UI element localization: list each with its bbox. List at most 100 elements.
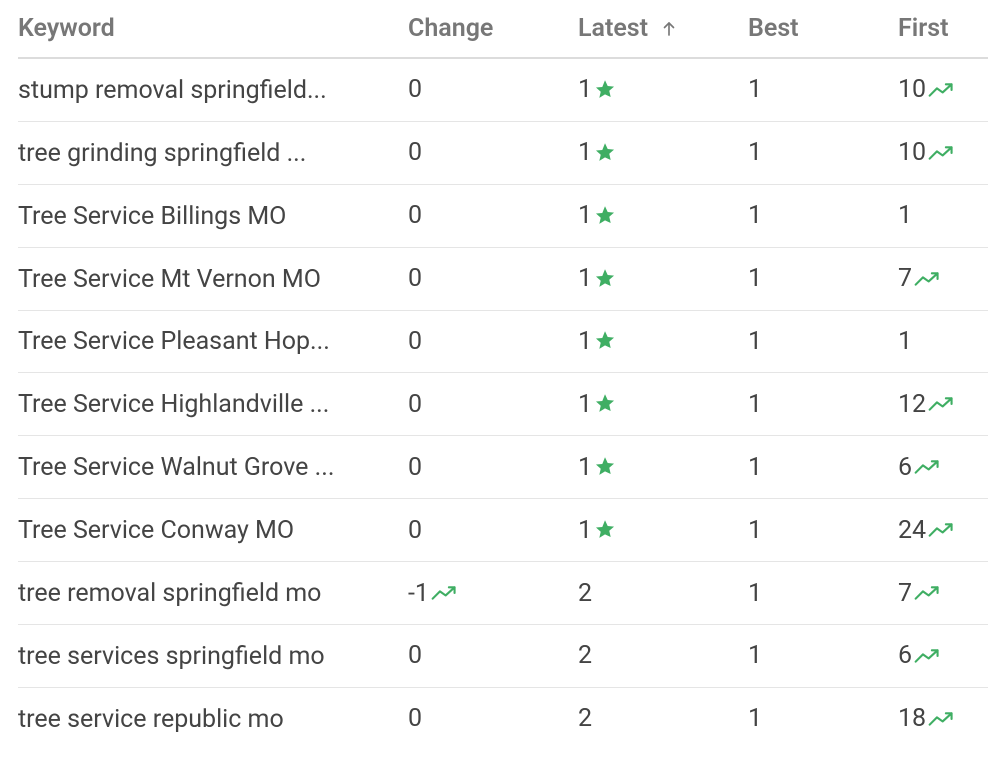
trend-up-icon [914,647,940,665]
cell-best: 1 [748,310,898,373]
latest-value: 2 [578,704,592,733]
trend-up-icon [928,144,954,162]
change-value: -1 [408,579,429,608]
cell-latest: 1 [578,310,748,373]
trend-up-icon [928,710,954,728]
cell-best: 1 [748,687,898,749]
latest-value: 1 [578,75,592,104]
keyword-text: stump removal springfield... [18,76,327,105]
cell-change: 0 [408,121,578,184]
star-icon [594,518,616,540]
keyword-text: Tree Service Pleasant Hop... [18,327,330,356]
first-value: 1 [898,201,912,230]
cell-latest: 1 [578,247,748,310]
change-value: 0 [408,453,422,482]
cell-keyword: tree service republic mo [18,687,408,749]
col-header-latest-label: Latest [578,14,648,43]
trend-up-icon [928,81,954,99]
first-value: 7 [898,579,912,608]
table-row[interactable]: tree grinding springfield ...01110 [18,121,988,184]
table-row[interactable]: Tree Service Highlandville ...01112 [18,373,988,436]
latest-value: 1 [578,138,592,167]
cell-best: 1 [748,436,898,499]
trend-up-icon [914,584,940,602]
change-value: 0 [408,264,422,293]
cell-latest: 2 [578,562,748,625]
table-row[interactable]: Tree Service Mt Vernon MO0117 [18,247,988,310]
latest-value: 1 [578,390,592,419]
col-header-keyword[interactable]: Keyword [18,0,408,58]
table-row[interactable]: Tree Service Walnut Grove ...0116 [18,436,988,499]
keyword-text: Tree Service Mt Vernon MO [18,265,321,294]
cell-change: 0 [408,625,578,688]
table-row[interactable]: Tree Service Pleasant Hop...0111 [18,310,988,373]
cell-best: 1 [748,121,898,184]
cell-latest: 2 [578,625,748,688]
cell-keyword: Tree Service Mt Vernon MO [18,247,408,310]
cell-first: 1 [898,184,988,247]
cell-first: 10 [898,58,988,121]
col-header-latest[interactable]: Latest [578,0,748,58]
keyword-text: tree grinding springfield ... [18,139,306,168]
cell-first: 7 [898,247,988,310]
cell-best: 1 [748,247,898,310]
cell-best: 1 [748,625,898,688]
cell-keyword: Tree Service Highlandville ... [18,373,408,436]
cell-change: -1 [408,562,578,625]
col-header-change[interactable]: Change [408,0,578,58]
keyword-text: Tree Service Highlandville ... [18,390,329,419]
table-row[interactable]: tree removal springfield mo -1 217 [18,562,988,625]
col-header-best[interactable]: Best [748,0,898,58]
table-row[interactable]: Tree Service Billings MO0111 [18,184,988,247]
cell-best: 1 [748,562,898,625]
star-icon [594,392,616,414]
cell-change: 0 [408,436,578,499]
first-value: 24 [898,516,926,545]
cell-best: 1 [748,184,898,247]
cell-best: 1 [748,58,898,121]
cell-change: 0 [408,310,578,373]
cell-latest: 1 [578,499,748,562]
cell-first: 1 [898,310,988,373]
cell-change: 0 [408,247,578,310]
cell-keyword: Tree Service Walnut Grove ... [18,436,408,499]
table-header-row: Keyword Change Latest Best First [18,0,988,58]
keyword-text: tree removal springfield mo [18,579,321,608]
cell-best: 1 [748,499,898,562]
cell-keyword: tree services springfield mo [18,625,408,688]
cell-latest: 1 [578,373,748,436]
cell-first: 12 [898,373,988,436]
cell-first: 10 [898,121,988,184]
cell-change: 0 [408,687,578,749]
change-value: 0 [408,390,422,419]
star-icon [594,455,616,477]
trend-up-icon [914,270,940,288]
star-icon [594,141,616,163]
cell-change: 0 [408,373,578,436]
latest-value: 1 [578,327,592,356]
table-row[interactable]: Tree Service Conway MO01124 [18,499,988,562]
sort-asc-icon [660,20,678,38]
cell-change: 0 [408,184,578,247]
first-value: 7 [898,264,912,293]
change-value: 0 [408,516,422,545]
first-value: 6 [898,641,912,670]
cell-change: 0 [408,499,578,562]
cell-first: 7 [898,562,988,625]
table-row[interactable]: tree services springfield mo0216 [18,625,988,688]
cell-keyword: tree grinding springfield ... [18,121,408,184]
cell-change: 0 [408,58,578,121]
cell-latest: 2 [578,687,748,749]
table-row[interactable]: tree service republic mo0 2 118 [18,687,988,749]
trend-up-icon [928,521,954,539]
keyword-text: Tree Service Walnut Grove ... [18,453,334,482]
first-value: 12 [898,390,926,419]
cell-first: 6 [898,625,988,688]
cell-latest: 1 [578,121,748,184]
col-header-first[interactable]: First [898,0,988,58]
table-row[interactable]: stump removal springfield...01110 [18,58,988,121]
first-value: 10 [898,138,926,167]
cell-keyword: Tree Service Conway MO [18,499,408,562]
cell-first: 18 [898,687,988,749]
change-value: 0 [408,704,422,733]
